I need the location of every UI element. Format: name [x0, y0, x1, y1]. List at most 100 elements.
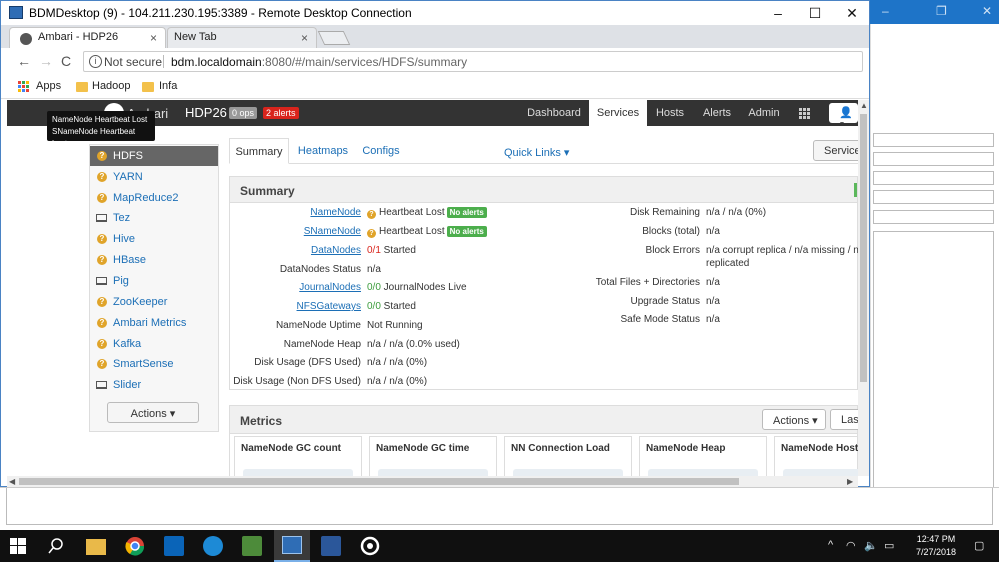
- namenode-status: ? Heartbeat Lost No alerts: [367, 207, 487, 219]
- tab-heatmaps[interactable]: Heatmaps: [293, 138, 353, 164]
- search-icon[interactable]: [48, 538, 64, 554]
- maximize-button[interactable]: ☐: [798, 3, 832, 23]
- background-restore-icon: ❐: [936, 4, 947, 18]
- metrics-last-button[interactable]: Last: [830, 409, 858, 430]
- wifi-icon[interactable]: ◠: [846, 539, 856, 552]
- journalnodes-link[interactable]: JournalNodes: [299, 282, 361, 293]
- sidebar-item-kafka[interactable]: ? Kafka: [90, 334, 218, 354]
- bookmark-infa[interactable]: Infa: [159, 80, 177, 92]
- datanodes-value: 0/1 Started: [367, 245, 416, 256]
- sidebar-item-hive[interactable]: ? Hive: [90, 229, 218, 249]
- total-files-value: n/a: [706, 277, 720, 288]
- notepad-icon[interactable]: [242, 536, 262, 556]
- nfsgateways-link[interactable]: NFSGateways: [297, 301, 361, 312]
- file-explorer-icon[interactable]: [86, 539, 106, 555]
- taskbar-rdp-active[interactable]: [274, 530, 310, 562]
- keyboard-icon[interactable]: ▭: [884, 539, 894, 552]
- apps-grid-icon[interactable]: [18, 81, 30, 93]
- not-secure-label: Not secure: [104, 55, 163, 69]
- address-bar[interactable]: i Not secure bdm.localdomain:8080/#/main…: [83, 51, 863, 72]
- scroll-right-icon[interactable]: ▶: [847, 477, 853, 486]
- metric-card[interactable]: NN Connection Load: [504, 436, 632, 476]
- tab-close-icon[interactable]: ×: [150, 31, 157, 45]
- tab-new-tab[interactable]: New Tab ×: [167, 27, 317, 48]
- horizontal-scroll-thumb[interactable]: [19, 478, 739, 485]
- tab-configs[interactable]: Configs: [357, 138, 405, 164]
- vertical-scrollbar[interactable]: ▲: [858, 100, 869, 476]
- sidebar-item-slider[interactable]: Slider: [90, 375, 218, 395]
- user-menu-button[interactable]: 👤a: [829, 103, 858, 131]
- minimize-button[interactable]: –: [761, 3, 795, 23]
- non-dfs-used-label: Disk Usage (Non DFS Used): [233, 376, 361, 387]
- journalnodes-value: 0/0 JournalNodes Live: [367, 282, 467, 293]
- alerts-badge[interactable]: 2 alerts: [263, 107, 299, 119]
- nav-dashboard[interactable]: Dashboard: [523, 100, 585, 126]
- sidebar-item-tez[interactable]: Tez: [90, 208, 218, 228]
- sidebar-item-smartsense[interactable]: ? SmartSense: [90, 354, 218, 374]
- sidebar-actions-button[interactable]: Actions ▾: [107, 402, 199, 423]
- forward-arrow-icon[interactable]: →: [39, 53, 53, 69]
- service-subtabs: Summary Heatmaps Configs Quick Links ▾ S…: [229, 138, 858, 164]
- block-errors-value: n/a corrupt replica / n/a missing / n/a: [706, 245, 858, 256]
- scroll-up-icon[interactable]: ▲: [860, 101, 868, 110]
- tab-close-icon[interactable]: ×: [301, 31, 308, 45]
- new-tab-button[interactable]: [317, 31, 351, 45]
- skype-icon[interactable]: [203, 536, 223, 556]
- warning-icon: ?: [97, 193, 107, 203]
- summary-panel: Summary NameNode ? Heartbeat Lost No alert…: [229, 176, 858, 390]
- sidebar-item-zookeeper[interactable]: ? ZooKeeper: [90, 292, 218, 312]
- summary-title: Summary: [230, 177, 857, 203]
- bookmark-apps[interactable]: Apps: [36, 80, 61, 92]
- nav-alerts[interactable]: Alerts: [697, 100, 737, 126]
- snamenode-status: ? Heartbeat Lost No alerts: [367, 226, 487, 238]
- nav-services[interactable]: Services: [589, 100, 647, 126]
- reload-icon[interactable]: C: [61, 53, 71, 69]
- browser-toolbar: ← → C i Not secure bdm.localdomain:8080/…: [1, 48, 869, 74]
- metric-card[interactable]: NameNode Host L: [774, 436, 858, 476]
- info-icon[interactable]: i: [89, 55, 102, 68]
- sidebar-item-hbase[interactable]: ? HBase: [90, 250, 218, 270]
- app-circle-icon[interactable]: [360, 536, 380, 556]
- vertical-scroll-thumb[interactable]: [860, 114, 867, 382]
- quick-links-dropdown[interactable]: Quick Links ▾: [504, 146, 569, 159]
- tab-summary[interactable]: Summary: [229, 138, 289, 164]
- word-icon[interactable]: [321, 536, 341, 556]
- datanodes-link[interactable]: DataNodes: [311, 245, 361, 256]
- metric-card[interactable]: NameNode Heap: [639, 436, 767, 476]
- nav-hosts[interactable]: Hosts: [651, 100, 689, 126]
- taskbar-clock[interactable]: 12:47 PM 7/27/2018: [906, 533, 966, 559]
- metrics-actions-button[interactable]: Actions ▾: [762, 409, 826, 430]
- bookmark-hadoop[interactable]: Hadoop: [92, 80, 131, 92]
- outlook-icon[interactable]: [164, 536, 184, 556]
- service-actions-button[interactable]: Service: [813, 140, 858, 161]
- nav-admin[interactable]: Admin: [744, 100, 784, 126]
- sidebar-item-ambari-metrics[interactable]: ? Ambari Metrics: [90, 313, 218, 333]
- metric-card[interactable]: NameNode GC count: [234, 436, 362, 476]
- chrome-icon[interactable]: [125, 536, 145, 556]
- sidebar-item-yarn[interactable]: ? YARN: [90, 167, 218, 187]
- back-arrow-icon[interactable]: ←: [17, 53, 31, 69]
- windows-start-icon[interactable]: [10, 538, 26, 554]
- remote-desktop-icon: [282, 536, 302, 554]
- background-field: [873, 133, 994, 147]
- tab-ambari[interactable]: Ambari - HDP26 ×: [9, 27, 166, 48]
- sidebar-item-pig[interactable]: Pig: [90, 271, 218, 291]
- no-alerts-badge[interactable]: No alerts: [446, 207, 487, 218]
- warning-icon: ?: [367, 210, 376, 219]
- no-alerts-badge[interactable]: No alerts: [446, 226, 487, 237]
- snamenode-link[interactable]: SNameNode: [304, 226, 361, 237]
- views-grid-icon[interactable]: [799, 108, 811, 119]
- scroll-left-icon[interactable]: ◀: [9, 477, 15, 486]
- ops-badge[interactable]: 0 ops: [229, 107, 258, 119]
- horizontal-scrollbar[interactable]: ◀ ▶: [7, 476, 858, 487]
- close-button[interactable]: ✕: [835, 3, 869, 23]
- rdp-title: BDMDesktop (9) - 104.211.230.195:3389 - …: [29, 6, 412, 20]
- notifications-icon[interactable]: ▢: [974, 539, 984, 552]
- cluster-name[interactable]: HDP26: [185, 105, 227, 120]
- sidebar-item-mapreduce2[interactable]: ? MapReduce2: [90, 188, 218, 208]
- metric-card[interactable]: NameNode GC time: [369, 436, 497, 476]
- namenode-link[interactable]: NameNode: [310, 207, 361, 218]
- volume-icon[interactable]: 🔈: [864, 539, 878, 552]
- tray-chevron-icon[interactable]: ^: [828, 539, 833, 551]
- blocks-total-label: Blocks (total): [642, 226, 700, 237]
